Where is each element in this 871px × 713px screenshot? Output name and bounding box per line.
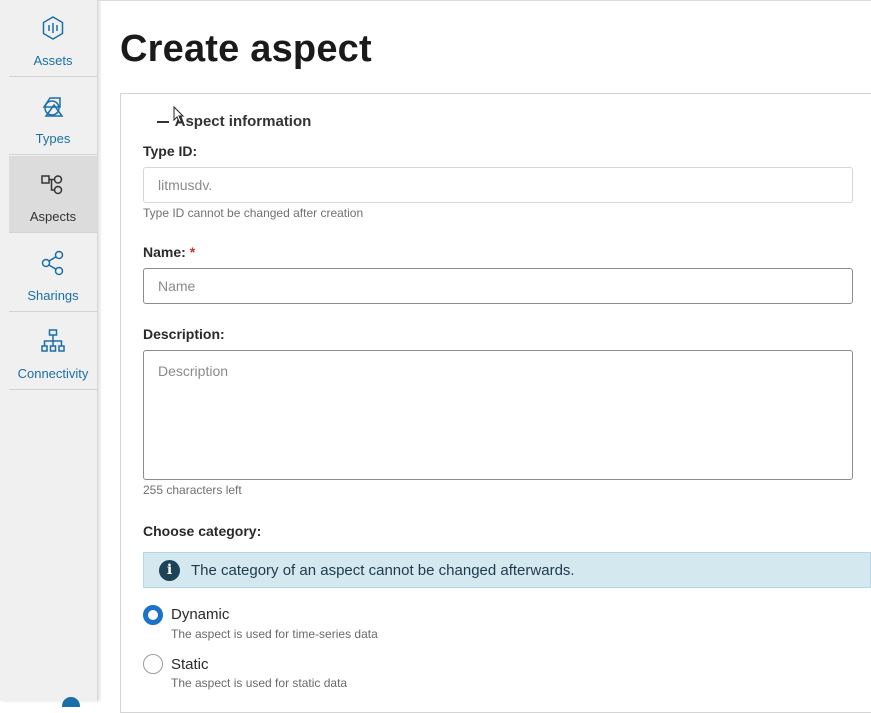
radio-static[interactable] [143,654,163,674]
sidebar-item-aspects[interactable]: Aspects [9,156,97,233]
page-title: Create aspect [120,28,372,70]
sidebar: Assets Types Aspects Sharings Connectivi… [0,0,98,707]
types-icon [42,97,64,117]
description-label: Description: [143,326,225,342]
info-banner-text: The category of an aspect cannot be chan… [191,562,575,579]
sidebar-item-label: Types [35,131,71,146]
sidebar-item-assets[interactable]: Assets [9,0,97,77]
sidebar-item-sharings[interactable]: Sharings [9,235,97,312]
mouse-cursor-icon [173,106,185,124]
share-icon [41,250,64,276]
type-id-input[interactable] [143,167,853,203]
sidebar-item-label: Sharings [27,288,79,303]
type-id-label: Type ID: [143,143,198,159]
avatar[interactable] [62,697,80,707]
info-icon: i [159,560,180,581]
sidebar-item-connectivity[interactable]: Connectivity [9,313,97,390]
name-label: Name: * [143,244,195,260]
hierarchy-icon [41,329,65,352]
required-marker: * [189,244,196,260]
sidebar-item-label: Aspects [29,209,77,224]
description-textarea[interactable] [143,350,853,480]
divider [98,0,871,1]
radio-dynamic[interactable] [143,605,163,625]
sidebar-item-label: Connectivity [17,366,89,381]
sidebar-item-label: Assets [33,53,73,68]
radio-dynamic-description: The aspect is used for time-series data [171,627,378,641]
radio-dynamic-label[interactable]: Dynamic [171,606,229,623]
section-title: Aspect information [174,113,312,130]
info-banner: i The category of an aspect cannot be ch… [143,552,871,588]
aspects-icon [41,175,63,195]
assets-icon [42,16,64,40]
sidebar-item-types[interactable]: Types [9,78,97,155]
name-label-text: Name: [143,244,186,260]
category-label: Choose category: [143,523,262,539]
minus-icon [157,121,169,124]
radio-static-label[interactable]: Static [171,656,209,673]
radio-static-description: The aspect is used for static data [171,676,348,690]
type-id-helper: Type ID cannot be changed after creation [143,206,364,220]
characters-left-counter: 255 characters left [143,483,242,497]
name-input[interactable] [143,268,853,304]
